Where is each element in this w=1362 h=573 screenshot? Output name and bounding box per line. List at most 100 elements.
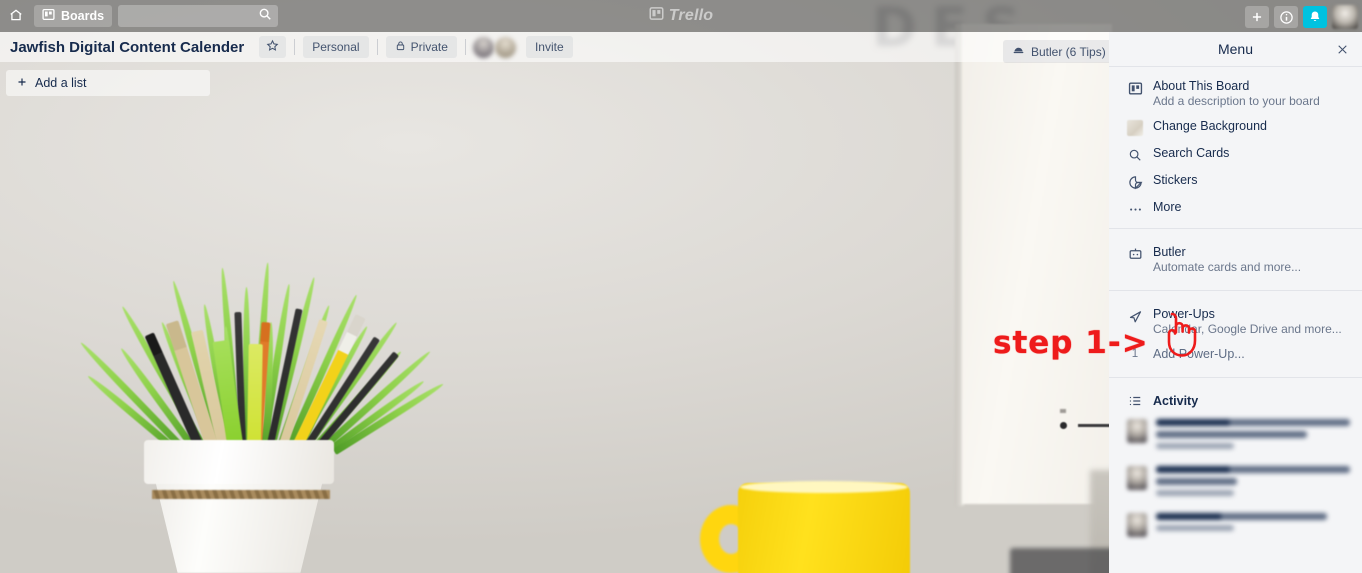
user-avatar[interactable] [1332, 5, 1358, 29]
hand-pointer-cursor [1156, 310, 1200, 362]
butler-tips-label: Butler (6 Tips) [1031, 44, 1106, 59]
menu-item-label: About This Board [1153, 79, 1250, 93]
board-title[interactable]: Jawfish Digital Content Calender [10, 39, 244, 56]
background-monitor [962, 24, 1112, 504]
divider [294, 39, 296, 55]
sticker-icon [1127, 174, 1143, 190]
activity-text-blurred [1156, 513, 1327, 520]
activity-entry[interactable] [1109, 460, 1362, 507]
menu-item-search-cards[interactable]: Search Cards [1109, 141, 1362, 168]
background-mug-rim [740, 481, 908, 493]
activity-entry-body [1156, 466, 1350, 501]
search-icon[interactable] [258, 7, 272, 26]
menu-group-butler: Butler Automate cards and more... [1109, 228, 1362, 290]
home-button[interactable] [4, 5, 28, 27]
star-board-button[interactable] [259, 36, 287, 58]
search-icon [1127, 147, 1143, 163]
trello-logo-icon [649, 6, 664, 26]
menu-item-text: Change Background [1153, 119, 1267, 134]
menu-item-text: Butler Automate cards and more... [1153, 245, 1301, 275]
ellipsis-icon [1127, 201, 1143, 217]
activity-text-blurred [1156, 431, 1308, 438]
background-thumb-icon [1127, 120, 1143, 136]
background-pot-lip [144, 440, 334, 484]
background-monitor-tick [1060, 409, 1066, 413]
activity-entry[interactable] [1109, 507, 1362, 543]
power-up-icon [1127, 308, 1143, 324]
add-button[interactable] [1245, 6, 1269, 28]
avatar [1127, 466, 1147, 490]
add-list-label: Add a list [35, 76, 87, 90]
board-icon [1127, 80, 1143, 96]
menu-item-label: Stickers [1153, 173, 1198, 187]
menu-title: Menu [1217, 41, 1254, 57]
menu-item-more[interactable]: More [1109, 195, 1362, 222]
menu-item-label: Search Cards [1153, 146, 1230, 160]
notifications-button[interactable] [1303, 6, 1327, 28]
activity-list-icon [1127, 393, 1143, 409]
board-menu-sidebar: Menu About This Board Add a description … [1109, 32, 1362, 573]
boards-button[interactable]: Boards [34, 5, 113, 27]
menu-item-stickers[interactable]: Stickers [1109, 168, 1362, 195]
butler-tips-button[interactable]: Butler (6 Tips) [1003, 40, 1115, 63]
visibility-button[interactable]: Private [385, 36, 457, 58]
info-button[interactable] [1274, 6, 1298, 28]
activity-timestamp-blurred [1156, 525, 1234, 531]
menu-item-sublabel: Add a description to your board [1153, 94, 1320, 108]
step-annotation-label: step 1-> [993, 325, 1149, 361]
visibility-label: Private [410, 40, 448, 54]
menu-group-board: About This Board Add a description to yo… [1109, 67, 1362, 228]
search-input[interactable] [103, 9, 259, 23]
menu-item-label: More [1153, 200, 1182, 214]
board-members [472, 36, 517, 58]
activity-header: Activity [1109, 388, 1362, 413]
lock-icon [395, 40, 406, 54]
background-mug [738, 483, 910, 573]
menu-item-sublabel: Automate cards and more... [1153, 260, 1302, 274]
activity-text-blurred [1156, 466, 1350, 473]
activity-entry[interactable] [1109, 413, 1362, 460]
top-right-actions [1245, 5, 1358, 29]
background-plant [60, 232, 445, 455]
menu-item-label: Change Background [1153, 119, 1267, 133]
plus-icon [16, 76, 28, 91]
background-monitor-dot [1060, 422, 1067, 429]
divider [464, 39, 466, 55]
boards-label: Boards [61, 9, 105, 23]
star-icon [266, 39, 279, 55]
member-avatar[interactable] [494, 36, 516, 58]
close-icon[interactable] [1333, 40, 1352, 59]
menu-header: Menu [1109, 32, 1362, 67]
pencil [247, 343, 263, 445]
search-input-wrapper[interactable] [103, 5, 279, 27]
butler-hat-icon [1012, 44, 1025, 60]
team-button[interactable]: Personal [303, 36, 369, 58]
board-icon [42, 8, 55, 24]
invite-button[interactable]: Invite [525, 36, 573, 58]
activity-timestamp-blurred [1156, 443, 1234, 449]
activity-text-blurred [1156, 478, 1238, 485]
menu-item-change-background[interactable]: Change Background [1109, 114, 1362, 141]
activity-timestamp-blurred [1156, 490, 1234, 496]
trello-board-screen: DES [0, 0, 1362, 573]
member-avatar[interactable] [472, 36, 494, 58]
avatar [1127, 419, 1147, 443]
menu-item-butler[interactable]: Butler Automate cards and more... [1109, 240, 1362, 280]
menu-item-text: About This Board Add a description to yo… [1153, 79, 1320, 109]
divider [376, 39, 378, 55]
menu-item-text: Stickers [1153, 173, 1197, 188]
menu-item-label: Butler [1153, 245, 1186, 259]
menu-item-text: Search Cards [1153, 146, 1229, 161]
menu-item-about-this-board[interactable]: About This Board Add a description to yo… [1109, 74, 1362, 114]
menu-group-activity: Activity [1109, 377, 1362, 549]
menu-item-text: More [1153, 200, 1181, 215]
add-list-button[interactable]: Add a list [6, 70, 210, 96]
home-icon [9, 8, 23, 25]
activity-text-blurred [1156, 419, 1350, 426]
invite-label: Invite [534, 40, 564, 54]
activity-entry-body [1156, 513, 1350, 537]
team-label: Personal [312, 40, 360, 54]
background-pot-twine [152, 490, 330, 499]
activity-label: Activity [1153, 393, 1199, 408]
top-navigation-bar: Boards Trello [0, 0, 1362, 32]
